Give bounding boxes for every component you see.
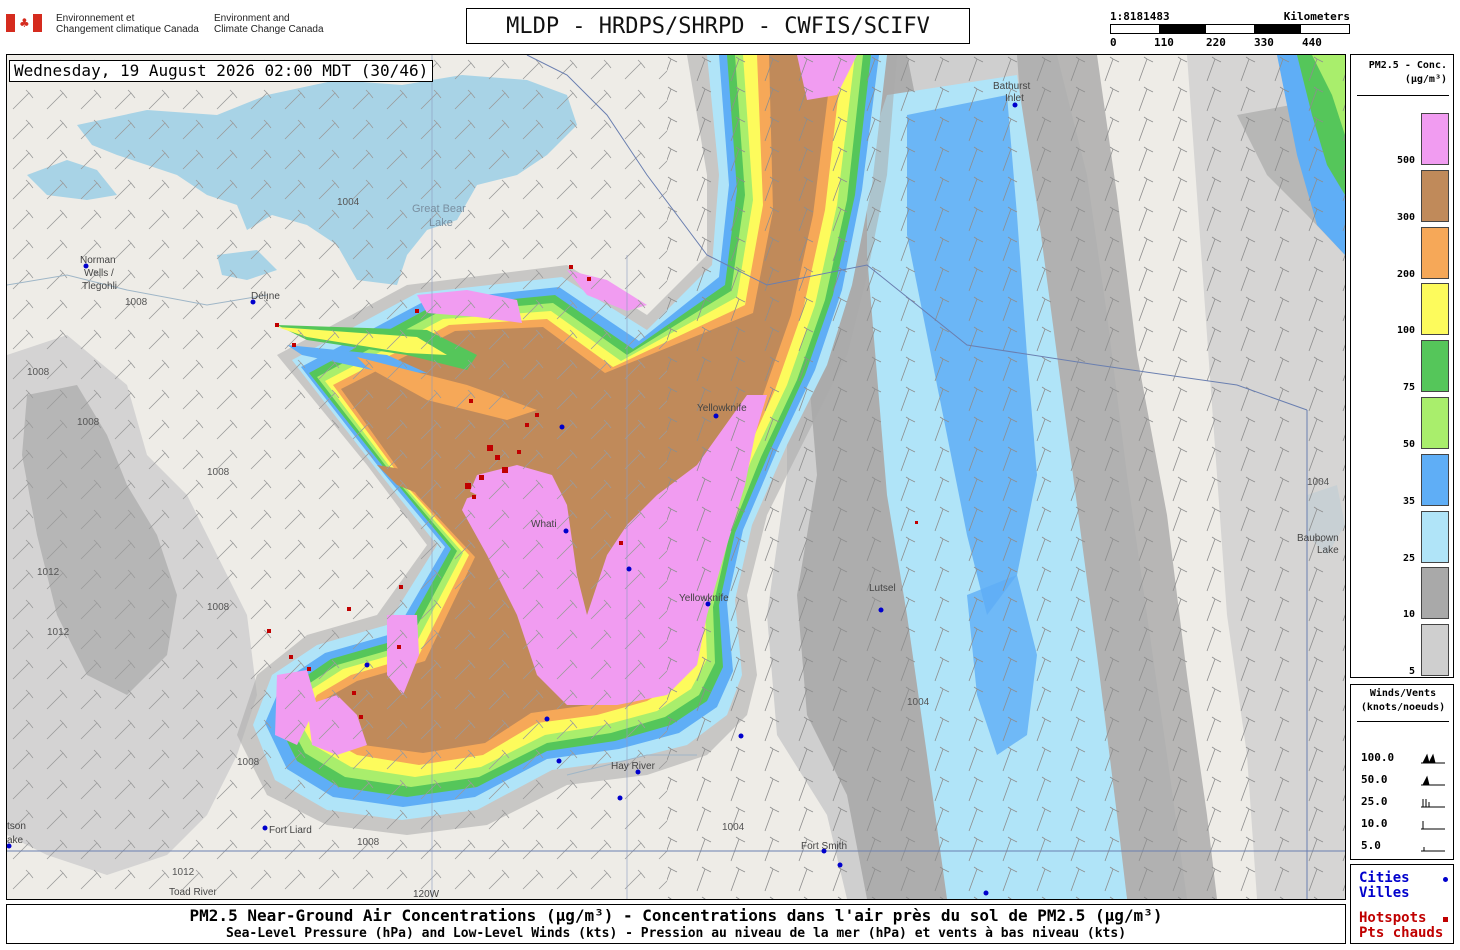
legend-color-swatch (1421, 453, 1449, 506)
hotspots-label: Hotspots (1359, 910, 1427, 926)
points-legend: Cities Villes Hotspots Pts chauds (1350, 864, 1454, 944)
place-label: Hay River (611, 761, 656, 772)
legend-level-label: 500 (1396, 155, 1415, 166)
legend-level-label: 25 (1402, 552, 1415, 564)
place-label: Fort Liard (269, 825, 312, 836)
isobar-label: 1004 (1307, 477, 1330, 488)
isobar-label: 1012 (47, 627, 70, 638)
city-dot-icon (1443, 877, 1448, 882)
legend-color-swatch (1421, 510, 1449, 563)
place-label: ake (7, 835, 24, 846)
place-label: Lutsel (869, 583, 896, 594)
villes-label: Villes (1359, 885, 1410, 901)
isobar-label: 1012 (172, 867, 195, 878)
isobar-label: 1008 (27, 367, 50, 378)
wind-barb-icon (1421, 753, 1445, 764)
canada-flag-icon: ♣ (6, 14, 42, 32)
pm25-legend-title: PM2.5 - Conc. (µg/m³) (1368, 60, 1447, 85)
place-label: Délı̨ne (251, 291, 280, 302)
legend-level-label: 35 (1402, 495, 1415, 507)
winds-legend: Winds/Vents (knots/noeuds) 100.0 50.0 25… (1350, 684, 1454, 860)
scale-ratio: 1:8181483 (1110, 10, 1170, 23)
isobar-label: 1008 (237, 757, 260, 768)
map-canvas: 1004 1008 1008 1008 1008 1012 1008 1012 … (7, 55, 1345, 899)
isobar-label: 1004 (907, 697, 930, 708)
pm25-legend: PM2.5 - Conc. (µg/m³) 500 300 200 100 75 50 35… (1350, 54, 1454, 678)
hotspot-square-icon (1443, 917, 1448, 922)
legend-level-label: 200 (1396, 268, 1415, 280)
scale-unit: Kilometers (1283, 10, 1350, 23)
wind-speed-row: 25.0 (1361, 795, 1449, 811)
isobar-label: 1008 (357, 837, 380, 848)
legend-color-swatch (1421, 567, 1449, 620)
agency-name-en: Environment and Climate Change Canada (214, 13, 324, 35)
legend-level-label: 100 (1396, 325, 1415, 337)
isobar-label: 1004 (722, 822, 745, 833)
legend-color-swatch (1421, 226, 1449, 279)
pts-chauds-label: Pts chauds (1359, 925, 1444, 941)
scale-tick: 0 (1110, 36, 1117, 49)
scale-tick: 330 (1254, 36, 1274, 49)
wind-barb-icon (1421, 821, 1445, 830)
place-label: tson (7, 821, 26, 832)
wind-barb-icon (1421, 775, 1445, 786)
legend-level-label: 75 (1402, 382, 1415, 394)
wind-barb-icon (1421, 799, 1445, 808)
forecast-datetime: Wednesday, 19 August 2026 02:00 MDT (30/… (9, 60, 434, 82)
place-label: Baubown (1297, 533, 1339, 544)
legend-level-label: 10 (1402, 609, 1415, 621)
legend-color-swatch (1421, 340, 1449, 393)
place-label: Yellowknife (697, 403, 747, 414)
isobar-label: 1008 (77, 417, 100, 428)
legend-level-label: 5 (1408, 666, 1415, 678)
place-label: Whati (531, 519, 557, 530)
wind-speed-row: 10.0 (1361, 817, 1449, 833)
isobar-label: 1008 (207, 467, 230, 478)
place-label: Toad River (169, 887, 217, 898)
smoke-forecast-map[interactable]: 1004 1008 1008 1008 1008 1012 1008 1012 … (6, 54, 1346, 900)
place-label: Wells / (84, 268, 114, 279)
scale-tick: 110 (1154, 36, 1174, 49)
place-label: Bathurst (993, 81, 1030, 92)
legend-level-label: 50 (1402, 439, 1415, 450)
place-label: Fort Smith (801, 841, 847, 852)
scale-tick: 220 (1206, 36, 1226, 49)
isobar-label: 1012 (37, 567, 60, 578)
legend-color-swatch (1421, 113, 1449, 165)
wind-barb-icon (1421, 847, 1445, 852)
legend-color-swatch (1421, 283, 1449, 336)
scale-bar-graphic (1110, 24, 1350, 34)
legend-color-swatch (1421, 624, 1449, 677)
wind-speed-row: 100.0 (1361, 751, 1449, 767)
meridian-label: 120W (413, 889, 440, 899)
scale-bar: 1:8181483 Kilometers 0 110 220 330 440 (1110, 10, 1350, 50)
caption-line1: PM2.5 Near-Ground Air Concentrations (µg… (189, 906, 1163, 925)
scale-tick: 440 (1302, 36, 1322, 49)
place-label: Lake (1317, 545, 1339, 556)
wind-speed-row: 5.0 (1361, 839, 1449, 855)
place-label: Norman (80, 255, 116, 266)
map-caption: PM2.5 Near-Ground Air Concentrations (µg… (6, 904, 1346, 944)
product-title: MLDP - HRDPS/SHRPD - CWFIS/SCIFV (466, 8, 970, 44)
lake-label: Lake (429, 217, 453, 229)
place-label: Inlet (1005, 93, 1024, 104)
legend-color-swatch (1421, 169, 1449, 222)
place-label: Tlegohli (82, 281, 117, 292)
place-label: Yellowknife (679, 593, 729, 604)
isobar-label: 1008 (207, 602, 230, 613)
caption-line2: Sea-Level Pressure (hPa) and Low-Level W… (225, 926, 1127, 941)
isobar-label: 1008 (125, 297, 148, 308)
agency-name-fr: Environnement et Changement climatique Ca… (56, 13, 199, 35)
cities-label: Cities (1359, 870, 1410, 886)
isobar-label: 1004 (337, 197, 360, 208)
legend-level-label: 300 (1396, 211, 1415, 223)
lake-label: Great Bear (412, 203, 466, 215)
wind-speed-row: 50.0 (1361, 773, 1449, 789)
winds-legend-title: Winds/Vents (knots/noeuds) (1360, 688, 1446, 713)
eccc-logo: ♣ Environnement et Changement climatique … (6, 12, 336, 40)
legend-color-swatch (1421, 397, 1449, 449)
